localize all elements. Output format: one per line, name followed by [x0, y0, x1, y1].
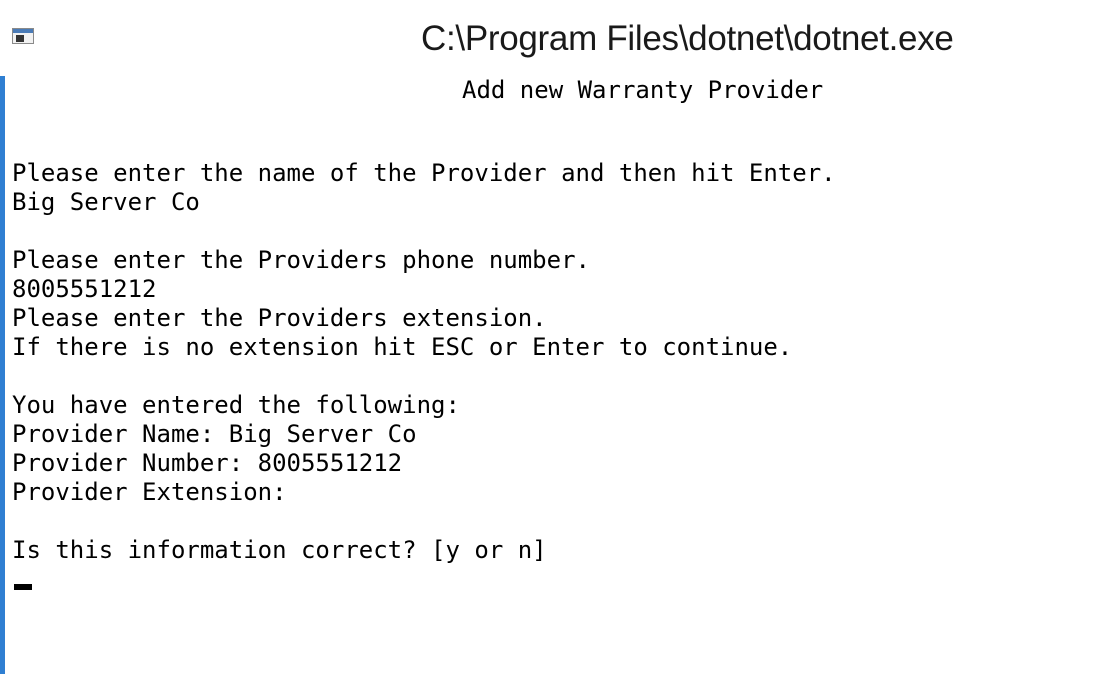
console-line: Provider Number: 8005551212 — [12, 449, 403, 477]
console-window: C:\Program Files\dotnet\dotnet.exe Add n… — [0, 0, 1114, 674]
console-line: Please enter the name of the Provider an… — [12, 159, 836, 187]
console-input-line: Big Server Co — [12, 188, 200, 216]
console-input-line: 8005551212 — [12, 275, 157, 303]
console-output[interactable]: Add new Warranty Provider Please enter t… — [12, 76, 1102, 666]
console-line: If there is no extension hit ESC or Ente… — [12, 333, 793, 361]
console-app-icon[interactable] — [12, 28, 34, 44]
console-line: You have entered the following: — [12, 391, 460, 419]
text-cursor — [14, 584, 32, 590]
app-icon-titlebar-shape — [13, 29, 33, 33]
console-prompt: Is this information correct? [y or n] — [12, 536, 547, 564]
title-bar[interactable]: C:\Program Files\dotnet\dotnet.exe — [0, 0, 1114, 76]
console-heading: Add new Warranty Provider — [462, 76, 824, 104]
console-line: Please enter the Providers phone number. — [12, 246, 590, 274]
window-title: C:\Program Files\dotnet\dotnet.exe — [421, 19, 954, 58]
app-icon-screen-shape — [16, 35, 24, 42]
console-line: Please enter the Providers extension. — [12, 304, 547, 332]
console-line: Provider Name: Big Server Co — [12, 420, 417, 448]
console-line: Provider Extension: — [12, 478, 287, 506]
window-left-border — [0, 76, 5, 674]
